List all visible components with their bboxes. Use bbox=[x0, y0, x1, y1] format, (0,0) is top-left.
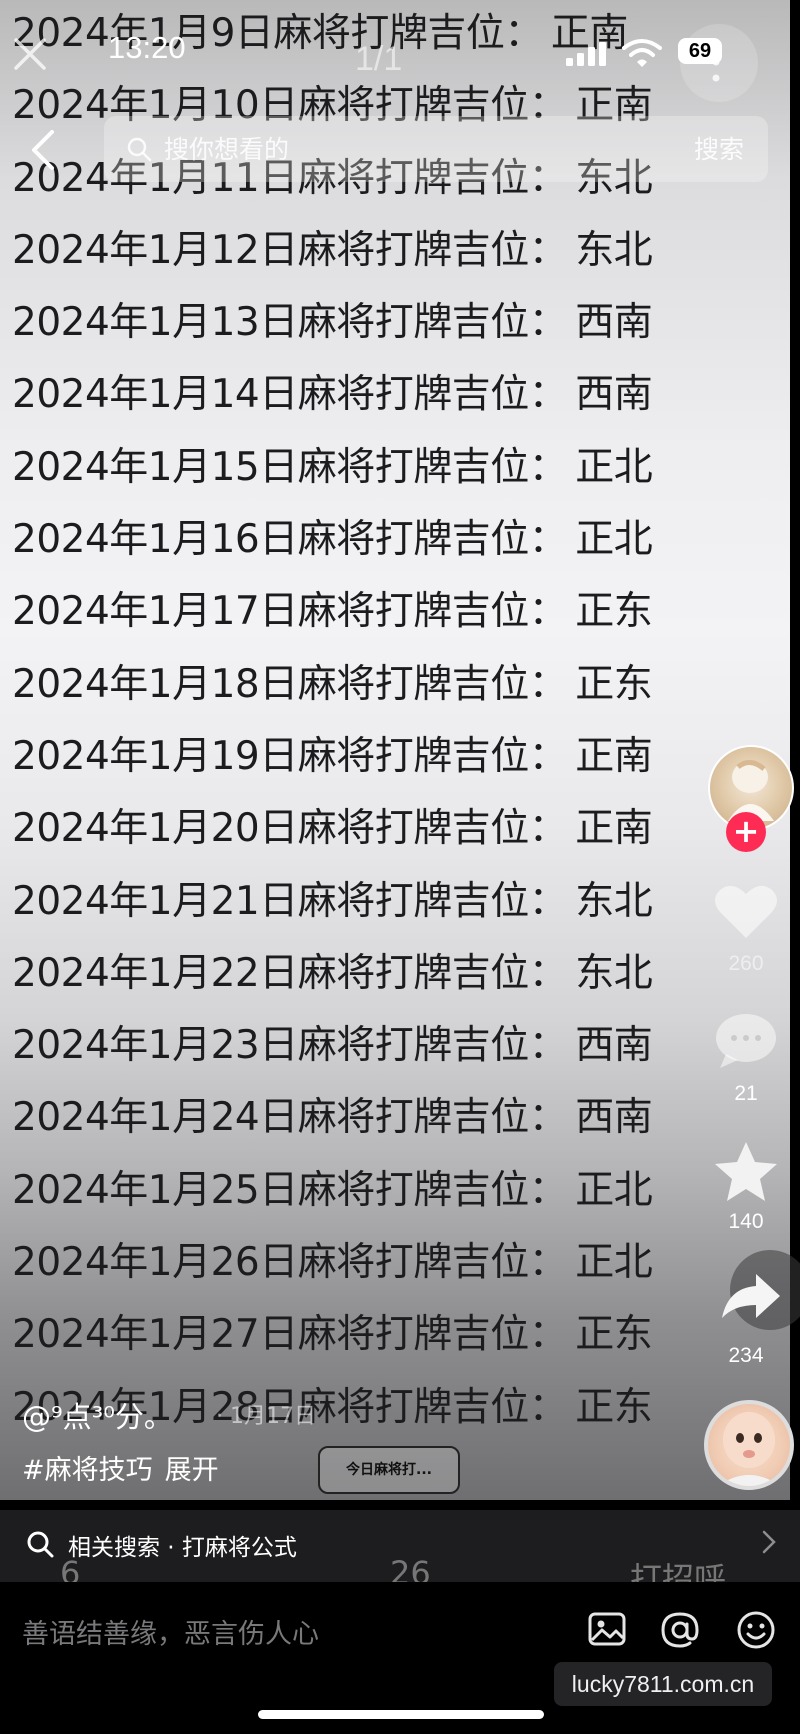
date-row: 2024年1月20日麻将打牌吉位： 正南 bbox=[12, 793, 672, 865]
direction-text: 西南 bbox=[575, 1095, 653, 1141]
date-row: 2024年1月27日麻将打牌吉位： 正东 bbox=[12, 1299, 672, 1371]
direction-text: 正南 bbox=[575, 806, 653, 852]
action-rail: + 260 21 140 234 bbox=[700, 0, 800, 1500]
related-search-text[interactable]: 相关搜索 · 打麻将公式 bbox=[68, 1528, 297, 1562]
direction-text: 正东 bbox=[575, 1312, 653, 1358]
date-row: 2024年1月19日麻将打牌吉位： 正南 bbox=[12, 721, 672, 793]
direction-text: 正北 bbox=[575, 1240, 653, 1286]
follow-button[interactable]: + bbox=[726, 812, 766, 852]
direction-text: 正北 bbox=[575, 444, 653, 490]
favorite-count: 140 bbox=[728, 1210, 764, 1233]
direction-text: 正东 bbox=[575, 1384, 653, 1430]
close-icon[interactable] bbox=[12, 36, 48, 72]
star-icon[interactable] bbox=[712, 1140, 780, 1204]
date-row: 2024年1月18日麻将打牌吉位： 正东 bbox=[12, 649, 672, 721]
date-text: 2024年1月14日麻将打牌吉位： bbox=[12, 372, 568, 418]
direction-text: 西南 bbox=[575, 372, 653, 418]
date-text: 2024年1月20日麻将打牌吉位： bbox=[12, 806, 568, 852]
direction-text: 东北 bbox=[575, 878, 653, 924]
wifi-icon bbox=[622, 39, 662, 67]
mention-icon[interactable] bbox=[660, 1610, 700, 1650]
music-disc-avatar[interactable] bbox=[704, 1400, 794, 1490]
cellular-signal-icon bbox=[566, 42, 606, 66]
search-icon bbox=[127, 137, 152, 162]
date-text: 2024年1月17日麻将打牌吉位： bbox=[12, 589, 568, 635]
image-icon[interactable] bbox=[588, 1610, 626, 1648]
direction-text: 正东 bbox=[575, 661, 653, 707]
date-row: 2024年1月26日麻将打牌吉位： 正北 bbox=[12, 1227, 672, 1299]
emoji-icon[interactable] bbox=[736, 1610, 776, 1650]
date-text: 2024年1月19日麻将打牌吉位： bbox=[12, 733, 568, 779]
date-text: 2024年1月18日麻将打牌吉位： bbox=[12, 661, 568, 707]
heart-icon[interactable] bbox=[712, 880, 780, 942]
collection-chip[interactable]: 今日麻将打... bbox=[318, 1446, 460, 1494]
date-text: 2024年1月13日麻将打牌吉位： bbox=[12, 300, 568, 346]
date-row: 2024年1月16日麻将打牌吉位： 正北 bbox=[12, 504, 672, 576]
video-frame[interactable]: 2024年1月9日麻将打牌吉位： 正南 2024年1月10日麻将打牌吉位： 正南 202… bbox=[0, 0, 790, 1500]
hashtag-link[interactable]: #麻将技巧 bbox=[22, 1455, 153, 1486]
page-indicator: 1/1 bbox=[355, 40, 403, 78]
date-row: 2024年1月14日麻将打牌吉位： 西南 bbox=[12, 359, 672, 431]
date-row: 2024年1月22日麻将打牌吉位： 东北 bbox=[12, 938, 672, 1010]
peek-greet: 打招呼 bbox=[630, 1560, 727, 1582]
back-chevron-icon[interactable] bbox=[24, 128, 64, 172]
chevron-right-icon bbox=[762, 1530, 776, 1554]
video-screen: 2024年1月9日麻将打牌吉位： 正南 2024年1月10日麻将打牌吉位： 正南 202… bbox=[0, 0, 800, 1734]
share-count: 234 bbox=[728, 1344, 764, 1367]
lucky-direction-list: 2024年1月9日麻将打牌吉位： 正南 2024年1月10日麻将打牌吉位： 正南 202… bbox=[12, 0, 672, 1444]
date-text: 2024年1月27日麻将打牌吉位： bbox=[12, 1312, 568, 1358]
search-bar[interactable]: 搜你想看的 搜索 bbox=[104, 116, 768, 182]
direction-text: 正北 bbox=[575, 517, 653, 563]
caption-tags: #麻将技巧 展开 bbox=[22, 1448, 219, 1487]
date-text: 2024年1月15日麻将打牌吉位： bbox=[12, 444, 568, 490]
date-row: 2024年1月21日麻将打牌吉位： 东北 bbox=[12, 866, 672, 938]
status-bar: 13:20 1/1 69 bbox=[0, 0, 800, 102]
direction-text: 西南 bbox=[575, 1023, 653, 1069]
date-row: 2024年1月15日麻将打牌吉位： 正北 bbox=[12, 432, 672, 504]
date-text: 2024年1月26日麻将打牌吉位： bbox=[12, 1240, 568, 1286]
date-text: 2024年1月25日麻将打牌吉位： bbox=[12, 1167, 568, 1213]
peek-count-a: 6 bbox=[60, 1560, 81, 1582]
expand-link[interactable]: 展开 bbox=[165, 1455, 219, 1486]
date-text: 2024年1月12日麻将打牌吉位： bbox=[12, 227, 568, 273]
date-row: 2024年1月24日麻将打牌吉位： 西南 bbox=[12, 1082, 672, 1154]
date-text: 2024年1月23日麻将打牌吉位： bbox=[12, 1023, 568, 1069]
date-row: 2024年1月23日麻将打牌吉位： 西南 bbox=[12, 1010, 672, 1082]
direction-text: 正南 bbox=[575, 733, 653, 779]
share-icon[interactable] bbox=[720, 1272, 782, 1322]
date-row: 2024年1月13日麻将打牌吉位： 西南 bbox=[12, 287, 672, 359]
comment-count: 21 bbox=[734, 1082, 758, 1105]
comment-icon[interactable] bbox=[712, 1010, 780, 1072]
caption-author[interactable]: @⁹点³⁰分。 bbox=[22, 1394, 173, 1436]
like-count: 260 bbox=[728, 952, 764, 975]
date-text: 2024年1月16日麻将打牌吉位： bbox=[12, 517, 568, 563]
date-text: 2024年1月22日麻将打牌吉位： bbox=[12, 950, 568, 996]
direction-text: 西南 bbox=[575, 300, 653, 346]
action-peek-row: 6 26 打招呼 bbox=[0, 1560, 800, 1582]
direction-text: 东北 bbox=[575, 227, 653, 273]
date-text: 2024年1月21日麻将打牌吉位： bbox=[12, 878, 568, 924]
date-row: 2024年1月12日麻将打牌吉位： 东北 bbox=[12, 215, 672, 287]
date-row: 2024年1月25日麻将打牌吉位： 正北 bbox=[12, 1155, 672, 1227]
date-row: 2024年1月17日麻将打牌吉位： 正东 bbox=[12, 576, 672, 648]
watermark: lucky7811.com.cn bbox=[554, 1662, 772, 1706]
direction-text: 正北 bbox=[575, 1167, 653, 1213]
direction-text: 正东 bbox=[575, 589, 653, 635]
date-text: 2024年1月24日麻将打牌吉位： bbox=[12, 1095, 568, 1141]
peek-count-b: 26 bbox=[390, 1560, 431, 1582]
search-input[interactable]: 搜你想看的 bbox=[164, 130, 289, 166]
search-icon bbox=[27, 1531, 54, 1558]
caption-meta: · 1月17日 bbox=[216, 1404, 316, 1429]
home-indicator bbox=[258, 1710, 544, 1719]
direction-text: 东北 bbox=[575, 950, 653, 996]
clock: 13:20 bbox=[108, 30, 186, 65]
comment-input[interactable]: 善语结善缘，恶言伤人心 bbox=[22, 1612, 319, 1651]
